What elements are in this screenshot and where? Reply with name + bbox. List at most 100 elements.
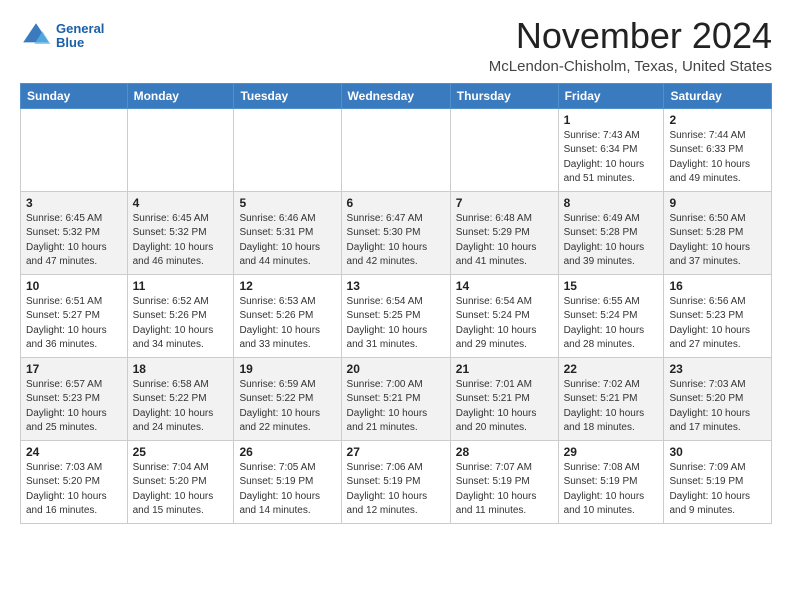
day-info: Sunrise: 6:55 AM Sunset: 5:24 PM Dayligh… xyxy=(564,295,659,353)
day-number: 7 xyxy=(456,196,553,210)
day-number: 1 xyxy=(564,113,659,127)
day-number: 15 xyxy=(564,279,659,293)
calendar-cell: 11 Sunrise: 6:52 AM Sunset: 5:26 PM Dayli… xyxy=(127,274,234,357)
day-number: 12 xyxy=(239,279,335,293)
day-number: 3 xyxy=(26,196,122,210)
day-info: Sunrise: 7:06 AM Sunset: 5:19 PM Dayligh… xyxy=(347,461,445,519)
day-info: Sunrise: 6:47 AM Sunset: 5:30 PM Dayligh… xyxy=(347,212,445,270)
day-info: Sunrise: 6:59 AM Sunset: 5:22 PM Dayligh… xyxy=(239,378,335,436)
calendar-cell: 26 Sunrise: 7:05 AM Sunset: 5:19 PM Dayli… xyxy=(234,440,341,523)
logo-line2: Blue xyxy=(56,36,104,50)
title-block: November 2024 McLendon-Chisholm, Texas, … xyxy=(489,16,772,75)
week-row: 10 Sunrise: 6:51 AM Sunset: 5:27 PM Dayli… xyxy=(21,274,772,357)
calendar-cell: 4 Sunrise: 6:45 AM Sunset: 5:32 PM Daylig… xyxy=(127,191,234,274)
day-number: 23 xyxy=(669,362,766,376)
day-info: Sunrise: 6:54 AM Sunset: 5:24 PM Dayligh… xyxy=(456,295,553,353)
calendar-cell xyxy=(450,108,558,191)
calendar-cell: 2 Sunrise: 7:44 AM Sunset: 6:33 PM Daylig… xyxy=(664,108,772,191)
day-info: Sunrise: 7:09 AM Sunset: 5:19 PM Dayligh… xyxy=(669,461,766,519)
logo-text: General Blue xyxy=(56,22,104,51)
header-row: SundayMondayTuesdayWednesdayThursdayFrid… xyxy=(21,83,772,108)
calendar-cell: 24Sunrise: 7:03 AM Sunset: 5:20 PM Dayli… xyxy=(21,440,128,523)
calendar-cell: 8 Sunrise: 6:49 AM Sunset: 5:28 PM Daylig… xyxy=(558,191,664,274)
day-info: Sunrise: 6:53 AM Sunset: 5:26 PM Dayligh… xyxy=(239,295,335,353)
day-info: Sunrise: 7:05 AM Sunset: 5:19 PM Dayligh… xyxy=(239,461,335,519)
day-number: 24 xyxy=(26,445,122,459)
day-info: Sunrise: 7:03 AM Sunset: 5:20 PM Dayligh… xyxy=(669,378,766,436)
day-number: 26 xyxy=(239,445,335,459)
calendar-cell: 23 Sunrise: 7:03 AM Sunset: 5:20 PM Dayli… xyxy=(664,357,772,440)
day-info: Sunrise: 6:56 AM Sunset: 5:23 PM Dayligh… xyxy=(669,295,766,353)
day-info: Sunrise: 7:04 AM Sunset: 5:20 PM Dayligh… xyxy=(133,461,229,519)
day-header: Wednesday xyxy=(341,83,450,108)
day-number: 21 xyxy=(456,362,553,376)
calendar-cell: 20Sunrise: 7:00 AM Sunset: 5:21 PM Dayli… xyxy=(341,357,450,440)
day-header: Tuesday xyxy=(234,83,341,108)
day-number: 8 xyxy=(564,196,659,210)
day-number: 19 xyxy=(239,362,335,376)
logo: General Blue xyxy=(20,20,104,52)
calendar-cell xyxy=(21,108,128,191)
logo-line1: General xyxy=(56,22,104,36)
day-header: Monday xyxy=(127,83,234,108)
calendar-cell: 28Sunrise: 7:07 AM Sunset: 5:19 PM Dayli… xyxy=(450,440,558,523)
calendar-cell: 19 Sunrise: 6:59 AM Sunset: 5:22 PM Dayli… xyxy=(234,357,341,440)
day-info: Sunrise: 6:50 AM Sunset: 5:28 PM Dayligh… xyxy=(669,212,766,270)
header: General Blue November 2024 McLendon-Chis… xyxy=(20,16,772,75)
day-number: 2 xyxy=(669,113,766,127)
day-number: 16 xyxy=(669,279,766,293)
calendar-cell: 14 Sunrise: 6:54 AM Sunset: 5:24 PM Dayli… xyxy=(450,274,558,357)
location: McLendon-Chisholm, Texas, United States xyxy=(489,58,772,75)
calendar-cell: 18 Sunrise: 6:58 AM Sunset: 5:22 PM Dayli… xyxy=(127,357,234,440)
day-number: 6 xyxy=(347,196,445,210)
calendar-cell xyxy=(127,108,234,191)
day-info: Sunrise: 7:01 AM Sunset: 5:21 PM Dayligh… xyxy=(456,378,553,436)
day-info: Sunrise: 7:07 AM Sunset: 5:19 PM Dayligh… xyxy=(456,461,553,519)
day-number: 5 xyxy=(239,196,335,210)
day-info: Sunrise: 6:58 AM Sunset: 5:22 PM Dayligh… xyxy=(133,378,229,436)
logo-icon xyxy=(20,20,52,52)
week-row: 3 Sunrise: 6:45 AM Sunset: 5:32 PM Daylig… xyxy=(21,191,772,274)
day-info: Sunrise: 6:57 AM Sunset: 5:23 PM Dayligh… xyxy=(26,378,122,436)
day-number: 10 xyxy=(26,279,122,293)
calendar-cell: 7 Sunrise: 6:48 AM Sunset: 5:29 PM Daylig… xyxy=(450,191,558,274)
day-header: Saturday xyxy=(664,83,772,108)
calendar-cell: 9Sunrise: 6:50 AM Sunset: 5:28 PM Daylig… xyxy=(664,191,772,274)
day-number: 22 xyxy=(564,362,659,376)
calendar-cell xyxy=(234,108,341,191)
calendar-cell: 30 Sunrise: 7:09 AM Sunset: 5:19 PM Dayli… xyxy=(664,440,772,523)
calendar-cell: 21 Sunrise: 7:01 AM Sunset: 5:21 PM Dayli… xyxy=(450,357,558,440)
day-info: Sunrise: 6:45 AM Sunset: 5:32 PM Dayligh… xyxy=(26,212,122,270)
calendar-cell: 22 Sunrise: 7:02 AM Sunset: 5:21 PM Dayli… xyxy=(558,357,664,440)
day-info: Sunrise: 6:48 AM Sunset: 5:29 PM Dayligh… xyxy=(456,212,553,270)
day-info: Sunrise: 6:45 AM Sunset: 5:32 PM Dayligh… xyxy=(133,212,229,270)
day-number: 18 xyxy=(133,362,229,376)
day-info: Sunrise: 6:52 AM Sunset: 5:26 PM Dayligh… xyxy=(133,295,229,353)
calendar-cell: 13 Sunrise: 6:54 AM Sunset: 5:25 PM Dayli… xyxy=(341,274,450,357)
page: General Blue November 2024 McLendon-Chis… xyxy=(0,0,792,540)
calendar-cell: 12 Sunrise: 6:53 AM Sunset: 5:26 PM Dayli… xyxy=(234,274,341,357)
calendar-cell xyxy=(341,108,450,191)
day-info: Sunrise: 6:54 AM Sunset: 5:25 PM Dayligh… xyxy=(347,295,445,353)
day-info: Sunrise: 7:44 AM Sunset: 6:33 PM Dayligh… xyxy=(669,129,766,187)
day-number: 11 xyxy=(133,279,229,293)
day-info: Sunrise: 7:08 AM Sunset: 5:19 PM Dayligh… xyxy=(564,461,659,519)
day-header: Sunday xyxy=(21,83,128,108)
day-number: 14 xyxy=(456,279,553,293)
calendar-cell: 1Sunrise: 7:43 AM Sunset: 6:34 PM Daylig… xyxy=(558,108,664,191)
day-number: 20 xyxy=(347,362,445,376)
week-row: 1Sunrise: 7:43 AM Sunset: 6:34 PM Daylig… xyxy=(21,108,772,191)
calendar-cell: 3 Sunrise: 6:45 AM Sunset: 5:32 PM Daylig… xyxy=(21,191,128,274)
day-info: Sunrise: 7:02 AM Sunset: 5:21 PM Dayligh… xyxy=(564,378,659,436)
day-number: 30 xyxy=(669,445,766,459)
week-row: 17 Sunrise: 6:57 AM Sunset: 5:23 PM Dayli… xyxy=(21,357,772,440)
day-number: 13 xyxy=(347,279,445,293)
calendar-table: SundayMondayTuesdayWednesdayThursdayFrid… xyxy=(20,83,772,524)
day-info: Sunrise: 6:49 AM Sunset: 5:28 PM Dayligh… xyxy=(564,212,659,270)
day-number: 17 xyxy=(26,362,122,376)
day-number: 4 xyxy=(133,196,229,210)
week-row: 24Sunrise: 7:03 AM Sunset: 5:20 PM Dayli… xyxy=(21,440,772,523)
calendar-cell: 16 Sunrise: 6:56 AM Sunset: 5:23 PM Dayli… xyxy=(664,274,772,357)
day-info: Sunrise: 6:51 AM Sunset: 5:27 PM Dayligh… xyxy=(26,295,122,353)
day-number: 27 xyxy=(347,445,445,459)
